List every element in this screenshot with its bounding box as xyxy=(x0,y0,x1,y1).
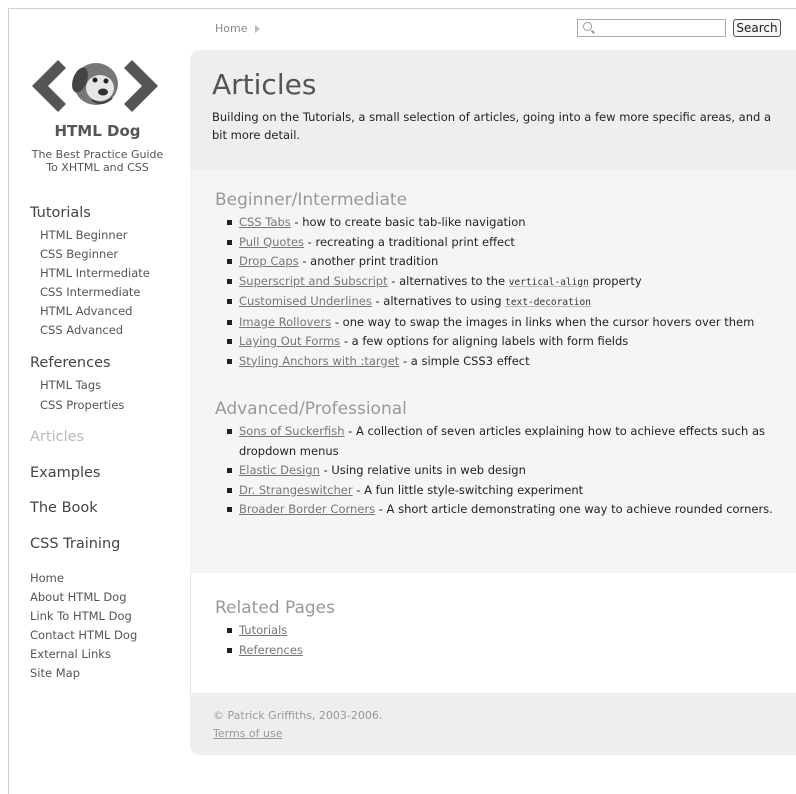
search-field[interactable] xyxy=(577,19,726,37)
article-link[interactable]: Sons of Suckerfish xyxy=(239,424,345,438)
advanced-article-list: Sons of Suckerfish - A collection of sev… xyxy=(226,422,784,520)
article-link[interactable]: CSS Tabs xyxy=(239,215,291,229)
nav-css-intermediate[interactable]: CSS Intermediate xyxy=(40,285,140,299)
page-title: Articles xyxy=(212,68,317,101)
nav-examples[interactable]: Examples xyxy=(30,465,100,481)
code-snippet: text-decoration xyxy=(505,297,591,308)
article-link[interactable]: Superscript and Subscript xyxy=(239,274,388,288)
article-link[interactable]: Image Rollovers xyxy=(239,315,331,329)
article-link[interactable]: Drop Caps xyxy=(239,254,299,268)
list-item: Pull Quotes - recreating a traditional p… xyxy=(226,233,784,253)
breadcrumb-arrow-icon xyxy=(255,24,261,33)
nav-html-tags[interactable]: HTML Tags xyxy=(40,378,101,392)
breadcrumb-home-link[interactable]: Home xyxy=(215,22,247,35)
article-link[interactable]: Pull Quotes xyxy=(239,235,304,249)
nav-css-beginner[interactable]: CSS Beginner xyxy=(40,247,118,261)
list-item: References xyxy=(226,641,784,661)
list-item: Elastic Design - Using relative units in… xyxy=(226,461,784,481)
list-item: Laying Out Forms - a few options for ali… xyxy=(226,332,784,352)
list-item: Drop Caps - another print tradition xyxy=(226,252,784,272)
code-snippet: vertical-align xyxy=(508,276,589,288)
nav-css-advanced[interactable]: CSS Advanced xyxy=(40,323,123,337)
nav-css-training[interactable]: CSS Training xyxy=(30,536,120,552)
list-item: Superscript and Subscript - alternatives… xyxy=(226,272,784,293)
beginner-article-list: CSS Tabs - how to create basic tab-like … xyxy=(226,213,784,371)
footer-nav-site-map[interactable]: Site Map xyxy=(30,666,80,680)
footer-nav-about[interactable]: About HTML Dog xyxy=(30,590,127,604)
list-item: Sons of Suckerfish - A collection of sev… xyxy=(226,422,784,461)
nav-css-properties[interactable]: CSS Properties xyxy=(40,398,124,412)
footer-nav-external-links[interactable]: External Links xyxy=(30,647,111,661)
html-dog-logo[interactable] xyxy=(30,50,160,120)
footer-nav-home[interactable]: Home xyxy=(30,571,64,585)
article-link[interactable]: Customised Underlines xyxy=(239,294,372,308)
nav-html-advanced[interactable]: HTML Advanced xyxy=(40,304,132,318)
list-item: Styling Anchors with :target - a simple … xyxy=(226,352,784,372)
list-item: Customised Underlines - alternatives to … xyxy=(226,292,784,313)
list-item: Broader Border Corners - A short article… xyxy=(226,500,784,520)
brand-tagline: The Best Practice Guide To XHTML and CSS xyxy=(31,148,164,174)
section-heading-advanced: Advanced/Professional xyxy=(215,399,407,419)
related-pages-list: Tutorials References xyxy=(226,621,784,660)
footer-nav-contact[interactable]: Contact HTML Dog xyxy=(30,628,137,642)
article-link[interactable]: Elastic Design xyxy=(239,463,320,477)
search-button[interactable]: Search xyxy=(733,19,781,37)
nav-the-book[interactable]: The Book xyxy=(30,500,98,516)
footer-nav-link-to[interactable]: Link To HTML Dog xyxy=(30,609,132,623)
search-icon xyxy=(583,22,592,31)
brand-name[interactable]: HTML Dog xyxy=(25,122,170,140)
page-lead: Building on the Tutorials, a small selec… xyxy=(212,110,772,142)
list-item: Dr. Strangeswitcher - A fun little style… xyxy=(226,481,784,501)
footer-panel xyxy=(190,693,796,755)
related-link-references[interactable]: References xyxy=(239,643,303,657)
section-heading-related: Related Pages xyxy=(215,598,335,618)
article-link[interactable]: Dr. Strangeswitcher xyxy=(239,483,353,497)
copyright-text: © Patrick Griffiths, 2003-2006. xyxy=(213,709,383,722)
article-link[interactable]: Styling Anchors with :target xyxy=(239,354,399,368)
list-item: CSS Tabs - how to create basic tab-like … xyxy=(226,213,784,233)
nav-references[interactable]: References xyxy=(30,355,111,371)
article-link[interactable]: Broader Border Corners xyxy=(239,502,375,516)
terms-of-use-link[interactable]: Terms of use xyxy=(213,727,282,740)
section-heading-beginner: Beginner/Intermediate xyxy=(215,190,408,210)
related-link-tutorials[interactable]: Tutorials xyxy=(239,623,287,637)
nav-articles[interactable]: Articles xyxy=(30,429,84,445)
list-item: Tutorials xyxy=(226,621,784,641)
search-input[interactable] xyxy=(598,21,723,35)
article-link[interactable]: Laying Out Forms xyxy=(239,334,340,348)
nav-html-intermediate[interactable]: HTML Intermediate xyxy=(40,266,150,280)
nav-html-beginner[interactable]: HTML Beginner xyxy=(40,228,128,242)
nav-tutorials[interactable]: Tutorials xyxy=(30,205,91,221)
breadcrumb: Home xyxy=(215,22,261,35)
list-item: Image Rollovers - one way to swap the im… xyxy=(226,313,784,333)
